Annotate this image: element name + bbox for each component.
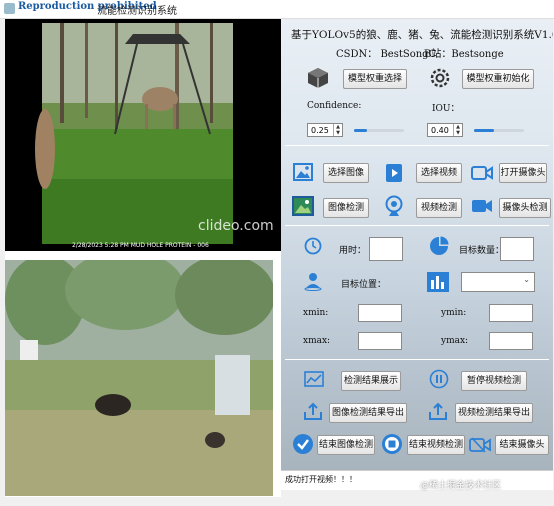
confidence-label: Confidence: [307,101,362,111]
camera-detect-button[interactable]: 摄像头检测 [499,198,551,218]
status-bar: 成功打开视频！！！ [281,470,553,490]
confidence-slider-fill [354,129,367,132]
chevron-down-icon: ⌄ [523,275,530,284]
xmax-label: xmax: [303,336,331,346]
xmin-output [358,304,402,322]
spin-arrows-icon[interactable]: ▲ ▼ [333,124,342,136]
xmax-output [358,332,402,350]
ymax-output [489,332,533,350]
select-weights-button[interactable]: 模型权重选择 [343,69,407,89]
end-image-detect-button[interactable]: 结束图像检测 [317,435,375,455]
app-title: 基于YOLOv5的狼、鹿、猪、兔、流能检测识别系统V1.0 [291,29,553,41]
section-divider [285,225,549,226]
location-icon [304,273,322,291]
iou-spinbox[interactable]: 0.40 ▲ ▼ [427,123,463,137]
clock-icon [304,237,322,255]
export-image-result-button[interactable]: 图像检测结果导出 [329,403,407,423]
status-text: 成功打开视频！！！ [285,475,357,484]
window-title: 流能检测识别系统 [97,6,177,17]
bilibili-label: B站：Bestsonge [424,49,504,60]
bar-chart-icon [427,272,449,292]
section-divider [285,359,549,360]
iou-value: 0.40 [431,126,449,135]
time-output [369,237,403,261]
confidence-value: 0.25 [311,126,329,135]
line-chart-icon [304,371,324,387]
time-label: 用时： [339,246,367,256]
app-icon [4,3,15,14]
pause-video-button[interactable]: 暂停视频检测 [461,371,527,391]
open-camera-button[interactable]: 打开摄像头 [499,163,547,183]
image-detect-button[interactable]: 图像检测 [323,198,369,218]
video-file-icon [386,164,402,182]
iou-slider-fill [474,129,494,132]
show-result-button[interactable]: 检测结果展示 [341,371,401,391]
image-detect-icon [292,196,314,216]
export-icon [304,402,322,420]
confidence-spinbox[interactable]: 0.25 ▲ ▼ [307,123,343,137]
target-count-label: 目标数量： [459,246,505,256]
pause-icon [429,369,449,389]
target-count-output [500,237,534,261]
camera-icon [471,166,493,180]
ymin-output [489,304,533,322]
webcam-icon [385,195,403,216]
export-icon [429,402,447,420]
video-display-top [5,19,281,251]
check-circle-icon [293,434,313,454]
select-image-button[interactable]: 选择图像 [323,163,369,183]
video-timestamp: 2/28/2023 5:28 PM MUD HOLE PROTEIN - 006 [72,242,209,249]
image-icon [293,163,313,181]
video-watermark: clideo.com [198,218,274,234]
iou-slider[interactable] [474,129,524,132]
stop-circle-icon [382,434,402,454]
confidence-slider[interactable] [354,129,404,132]
csdn-label: CSDN： BestSongC [336,49,437,60]
ymin-label: ymin: [441,308,467,318]
site-watermark: @稀土掘金技术社区 [420,481,502,491]
spin-arrows-icon[interactable]: ▲ ▼ [453,124,462,136]
select-video-button[interactable]: 选择视频 [416,163,462,183]
title-bar: Reproduction prohibited 流能检测识别系统 [0,0,554,19]
end-video-detect-button[interactable]: 结束视频检测 [407,435,465,455]
camera-off-icon [469,437,491,453]
cube-icon [308,68,328,88]
video-display-bottom [5,260,273,496]
section-divider [285,145,549,146]
control-panel: 基于YOLOv5的狼、鹿、猪、兔、流能检测识别系统V1.0 CSDN： Best… [281,19,553,489]
init-weights-button[interactable]: 模型权重初始化 [462,69,534,89]
xmin-label: xmin: [303,308,329,318]
export-video-result-button[interactable]: 视频检测结果导出 [455,403,533,423]
target-select[interactable]: ⌄ [461,272,535,292]
pie-chart-icon [430,236,449,255]
gear-icon [430,68,450,88]
target-position-label: 目标位置： [341,280,387,290]
end-camera-button[interactable]: 结束摄像头 [495,435,549,455]
ymax-label: ymax: [441,336,469,346]
camera-detect-icon [472,200,492,212]
iou-label: IOU： [432,104,460,114]
video-detect-button[interactable]: 视频检测 [416,198,462,218]
